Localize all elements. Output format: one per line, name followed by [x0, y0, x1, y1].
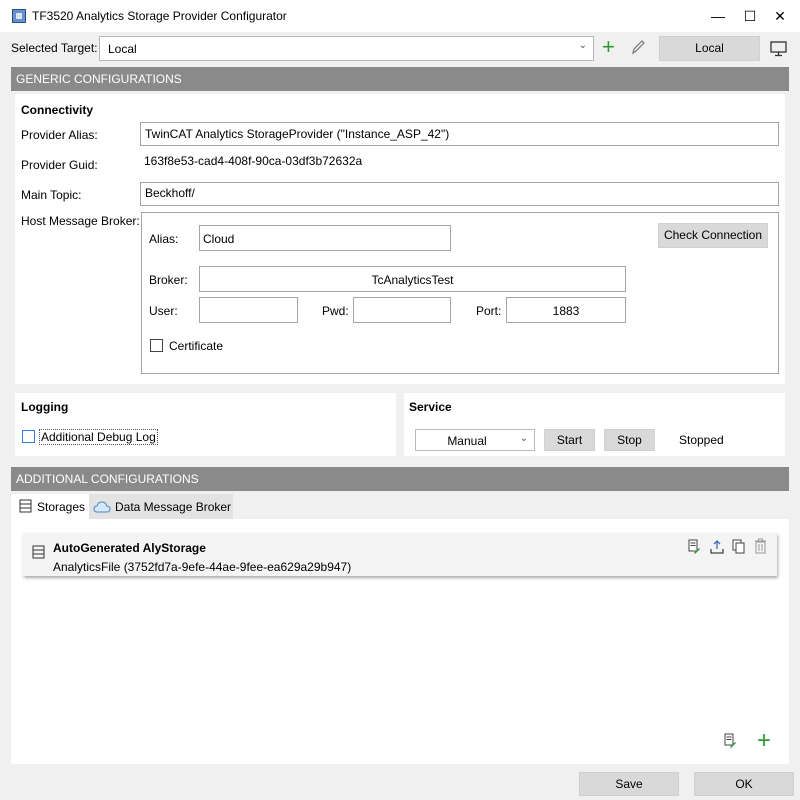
broker-alias-value: Cloud: [203, 232, 235, 246]
storage-item-icon: [32, 545, 45, 562]
additional-config-header: ADDITIONAL CONFIGURATIONS: [11, 467, 789, 491]
chevron-down-icon: ⌄: [578, 40, 587, 51]
storage-stack-icon: [19, 499, 32, 516]
broker-value: TcAnalyticsTest: [371, 273, 454, 287]
service-mode-select[interactable]: Manual ⌄: [415, 429, 535, 451]
user-input[interactable]: [199, 297, 298, 323]
debug-log-checkbox[interactable]: [22, 430, 35, 443]
export-storage-icon[interactable]: [709, 539, 725, 558]
monitor-icon[interactable]: [769, 40, 789, 58]
provider-alias-value: TwinCAT Analytics StorageProvider ("Inst…: [145, 127, 450, 141]
start-button[interactable]: Start: [544, 429, 595, 451]
broker-input[interactable]: TcAnalyticsTest: [199, 266, 626, 292]
port-value: 1883: [552, 304, 580, 318]
chevron-down-icon: ⌄: [519, 433, 528, 444]
stop-button[interactable]: Stop: [604, 429, 655, 451]
edit-storage-icon[interactable]: [687, 539, 701, 558]
app-icon: [12, 9, 26, 23]
storage-item-detail: AnalyticsFile (3752fd7a-9efe-44ae-9fee-e…: [53, 560, 352, 574]
new-storage-template-icon[interactable]: [723, 733, 737, 752]
debug-log-label: Additional Debug Log: [39, 429, 158, 445]
port-label: Port:: [476, 304, 502, 318]
minimize-icon[interactable]: —: [708, 6, 728, 26]
title-bar: TF3520 Analytics Storage Provider Config…: [0, 0, 800, 32]
logging-panel: [15, 393, 396, 456]
add-target-icon[interactable]: +: [602, 36, 615, 58]
edit-pencil-icon[interactable]: [630, 38, 646, 56]
connectivity-title: Connectivity: [21, 103, 94, 117]
tab-storages-label: Storages: [37, 500, 86, 514]
storage-item-name: AutoGenerated AlyStorage: [53, 541, 206, 555]
save-button[interactable]: Save: [579, 772, 679, 796]
selected-target-label: Selected Target:: [11, 41, 98, 55]
window-title: TF3520 Analytics Storage Provider Config…: [32, 9, 287, 23]
provider-alias-label: Provider Alias:: [21, 128, 98, 142]
add-storage-icon[interactable]: +: [757, 729, 771, 753]
storage-item-card[interactable]: AutoGenerated AlyStorage AnalyticsFile (…: [23, 533, 777, 576]
pwd-input[interactable]: [353, 297, 451, 323]
check-connection-button[interactable]: Check Connection: [658, 223, 768, 248]
copy-storage-icon[interactable]: [732, 539, 746, 558]
broker-alias-label: Alias:: [149, 232, 179, 246]
local-button[interactable]: Local: [659, 36, 760, 61]
broker-alias-input[interactable]: Cloud: [199, 225, 451, 251]
broker-label: Broker:: [149, 273, 188, 287]
provider-alias-input[interactable]: TwinCAT Analytics StorageProvider ("Inst…: [140, 122, 779, 146]
maximize-icon[interactable]: ☐: [740, 6, 760, 26]
cloud-broker-icon: [93, 499, 111, 517]
service-title: Service: [409, 400, 452, 414]
certificate-checkbox[interactable]: [150, 339, 163, 352]
tab-dmb-label: Data Message Broker: [115, 500, 232, 514]
target-select[interactable]: Local ⌄: [99, 36, 594, 61]
close-icon[interactable]: ✕: [770, 6, 790, 26]
tab-storages[interactable]: Storages: [11, 494, 89, 519]
provider-guid-label: Provider Guid:: [21, 158, 98, 172]
certificate-label: Certificate: [169, 339, 224, 353]
service-status: Stopped: [679, 433, 724, 447]
ok-button[interactable]: OK: [694, 772, 794, 796]
main-topic-value: Beckhoff/: [145, 186, 195, 200]
pwd-label: Pwd:: [322, 304, 349, 318]
provider-guid-value: 163f8e53-cad4-408f-90ca-03df3b72632a: [144, 154, 363, 168]
service-mode-value: Manual: [447, 434, 487, 448]
generic-config-header: GENERIC CONFIGURATIONS: [11, 67, 789, 91]
delete-storage-icon[interactable]: [754, 538, 767, 557]
target-select-value: Local: [108, 42, 137, 56]
port-input[interactable]: 1883: [506, 297, 626, 323]
main-topic-input[interactable]: Beckhoff/: [140, 182, 779, 206]
main-topic-label: Main Topic:: [21, 188, 82, 202]
host-broker-label: Host Message Broker:: [21, 214, 140, 228]
user-label: User:: [149, 304, 178, 318]
logging-title: Logging: [21, 400, 69, 414]
tab-data-message-broker[interactable]: Data Message Broker: [89, 494, 233, 519]
